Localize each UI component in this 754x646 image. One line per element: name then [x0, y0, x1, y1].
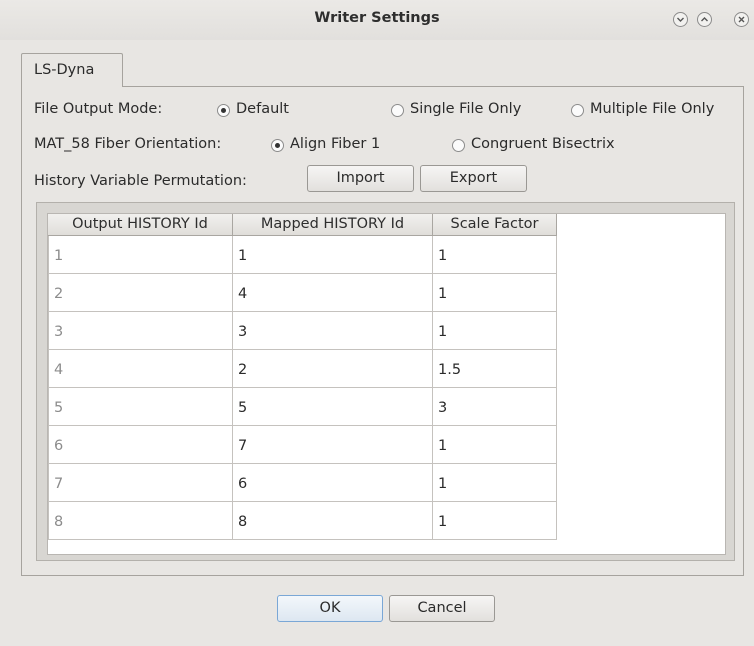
tab-label: LS-Dyna	[34, 62, 95, 78]
radio-congruent-bisectrix-label[interactable]: Congruent Bisectrix	[471, 136, 615, 152]
column-header-output-history-id[interactable]: Output HISTORY Id	[48, 214, 233, 236]
table-row[interactable]: 6 7 1	[48, 426, 557, 464]
output-history-id-cell: 8	[48, 502, 233, 540]
radio-congruent-bisectrix[interactable]	[452, 139, 465, 152]
output-history-id-cell: 7	[48, 464, 233, 502]
export-button[interactable]: Export	[420, 165, 527, 192]
mapped-history-id-cell[interactable]: 4	[233, 274, 433, 312]
output-history-id-cell: 5	[48, 388, 233, 426]
file-output-mode-label: File Output Mode:	[34, 101, 163, 117]
radio-multiple-file-only-label[interactable]: Multiple File Only	[590, 101, 714, 117]
radio-default[interactable]	[217, 104, 230, 117]
table-row[interactable]: 7 6 1	[48, 464, 557, 502]
output-history-id-cell: 6	[48, 426, 233, 464]
ok-button[interactable]: OK	[277, 595, 383, 622]
scale-factor-cell[interactable]: 1	[433, 464, 557, 502]
tab-ls-dyna[interactable]: LS-Dyna	[21, 53, 123, 87]
close-icon[interactable]	[734, 12, 749, 27]
table-row[interactable]: 1 1 1	[48, 236, 557, 274]
table-row[interactable]: 5 5 3	[48, 388, 557, 426]
output-history-id-cell: 3	[48, 312, 233, 350]
mapped-history-id-cell[interactable]: 7	[233, 426, 433, 464]
mapped-history-id-cell[interactable]: 2	[233, 350, 433, 388]
table-row[interactable]: 4 2 1.5	[48, 350, 557, 388]
title-bar[interactable]: Writer Settings	[0, 0, 754, 40]
table-header: Output HISTORY Id Mapped HISTORY Id Scal…	[48, 214, 557, 236]
radio-multiple-file-only[interactable]	[571, 104, 584, 117]
mapped-history-id-cell[interactable]: 6	[233, 464, 433, 502]
radio-align-fiber-1[interactable]	[271, 139, 284, 152]
history-permutation-label: History Variable Permutation:	[34, 173, 247, 189]
mapped-history-id-cell[interactable]: 5	[233, 388, 433, 426]
scale-factor-cell[interactable]: 1	[433, 426, 557, 464]
mapped-history-id-cell[interactable]: 3	[233, 312, 433, 350]
output-history-id-cell: 1	[48, 236, 233, 274]
radio-single-file-only[interactable]	[391, 104, 404, 117]
scale-factor-cell[interactable]: 1	[433, 236, 557, 274]
fiber-orientation-label: MAT_58 Fiber Orientation:	[34, 136, 222, 152]
scale-factor-cell[interactable]: 1	[433, 312, 557, 350]
window-title: Writer Settings	[314, 10, 440, 26]
table-row[interactable]: 2 4 1	[48, 274, 557, 312]
maximize-icon[interactable]	[697, 12, 712, 27]
output-history-id-cell: 2	[48, 274, 233, 312]
minimize-icon[interactable]	[673, 12, 688, 27]
radio-default-label[interactable]: Default	[236, 101, 289, 117]
cancel-button[interactable]: Cancel	[389, 595, 495, 622]
scale-factor-cell[interactable]: 1.5	[433, 350, 557, 388]
column-header-mapped-history-id[interactable]: Mapped HISTORY Id	[233, 214, 433, 236]
scale-factor-cell[interactable]: 1	[433, 502, 557, 540]
mapped-history-id-cell[interactable]: 8	[233, 502, 433, 540]
table-body: 1 1 1 2 4 1 3 3 1 4 2 1.5 5 5 3 6 7 1 7 …	[48, 236, 557, 540]
radio-single-file-only-label[interactable]: Single File Only	[410, 101, 521, 117]
table-row[interactable]: 3 3 1	[48, 312, 557, 350]
output-history-id-cell: 4	[48, 350, 233, 388]
table-row[interactable]: 8 8 1	[48, 502, 557, 540]
scale-factor-cell[interactable]: 1	[433, 274, 557, 312]
radio-align-fiber-1-label[interactable]: Align Fiber 1	[290, 136, 380, 152]
import-button[interactable]: Import	[307, 165, 414, 192]
column-header-scale-factor[interactable]: Scale Factor	[433, 214, 557, 236]
mapped-history-id-cell[interactable]: 1	[233, 236, 433, 274]
scale-factor-cell[interactable]: 3	[433, 388, 557, 426]
